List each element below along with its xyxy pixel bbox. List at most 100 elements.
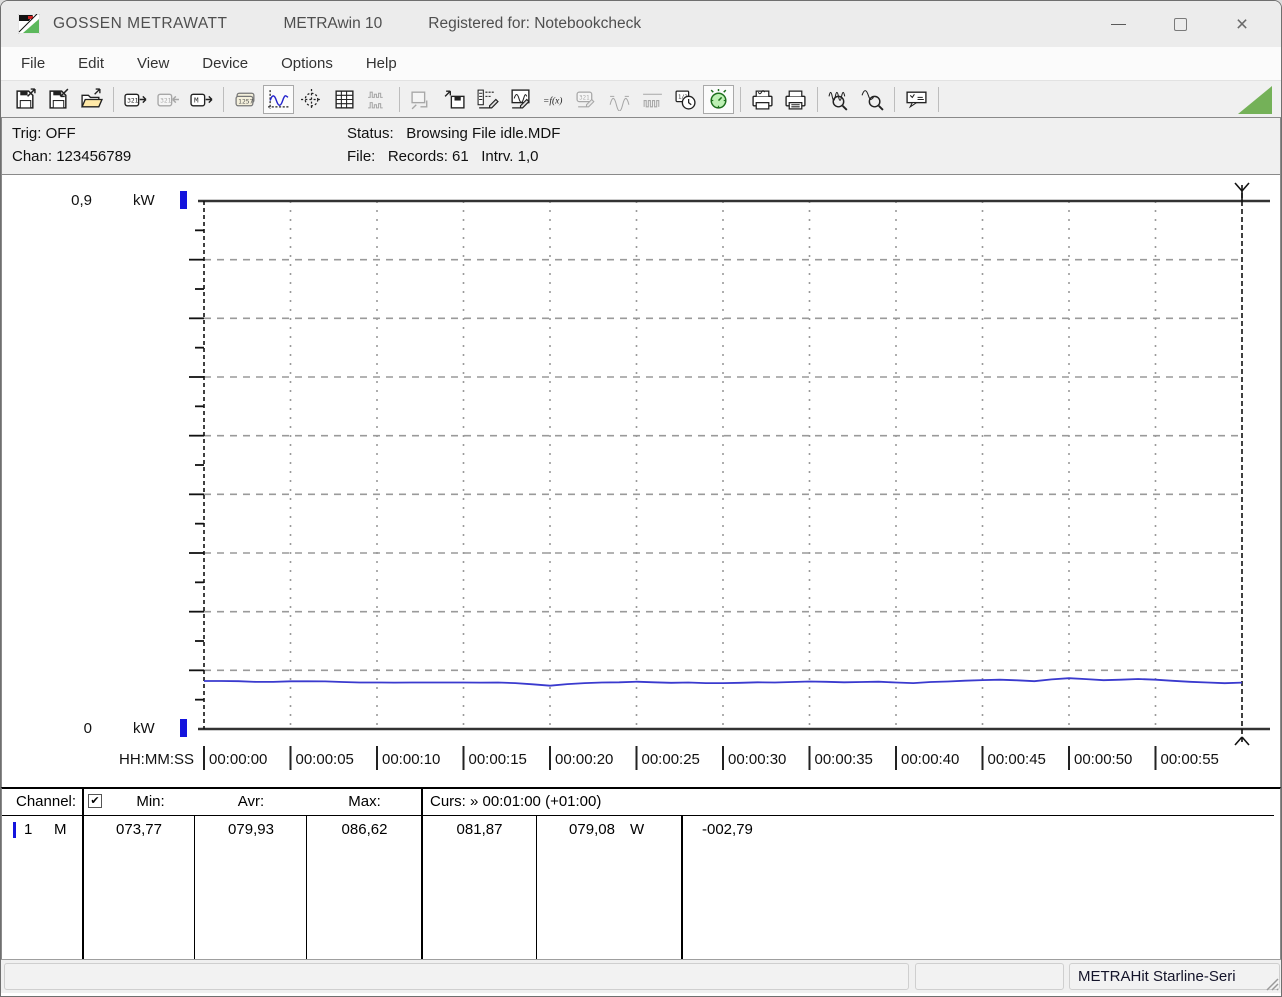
- header-cursor: Curs: » 00:01:00 (+01:00): [430, 793, 601, 810]
- title-registered: Registered for: Notebookcheck: [428, 15, 641, 33]
- power-chart[interactable]: [2, 175, 1274, 787]
- svg-text:1257: 1257: [238, 98, 253, 105]
- x-tick-label: 00:00:55: [1161, 751, 1219, 768]
- title-app-name: METRAwin 10: [283, 15, 382, 33]
- save-as-icon[interactable]: [43, 85, 74, 114]
- header-min: Min:: [106, 793, 195, 810]
- status-panel-middle: [915, 963, 1064, 990]
- status-bar: METRAHit Starline-Seri: [1, 959, 1281, 993]
- row-channel-number[interactable]: 1: [24, 821, 32, 838]
- window-controls: ×: [1087, 1, 1273, 47]
- row-channel-mode: M: [54, 821, 67, 838]
- status-panel-device: METRAHit Starline-Seri: [1069, 963, 1280, 990]
- device-name: METRAHit Starline-Seri: [1070, 964, 1279, 985]
- x-tick-label: 00:00:40: [901, 751, 959, 768]
- print-preview-icon[interactable]: [747, 85, 778, 114]
- toolbar-separator: [113, 87, 114, 112]
- analog-output-icon[interactable]: [604, 85, 635, 114]
- menu-view[interactable]: View: [125, 50, 181, 77]
- timer-active-icon[interactable]: [703, 85, 734, 114]
- x-tick-label: 00:00:30: [728, 751, 786, 768]
- print-icon[interactable]: [780, 85, 811, 114]
- minimize-button[interactable]: [1087, 1, 1149, 47]
- svg-text:321: 321: [579, 95, 590, 101]
- toolbar-separator: [894, 87, 895, 112]
- channel-list: Chan: 123456789: [12, 148, 131, 165]
- resize-grip[interactable]: [1263, 975, 1279, 991]
- svg-text:=f(x): =f(x): [543, 95, 562, 106]
- toolbar-separator: [399, 87, 400, 112]
- numeric-display-icon[interactable]: 1257: [230, 85, 261, 114]
- info-strip: Trig: OFF Chan: 123456789 Status: Browsi…: [1, 117, 1281, 175]
- x-tick-label: 00:00:25: [642, 751, 700, 768]
- x-tick-label: 00:00:20: [555, 751, 613, 768]
- table-view-icon[interactable]: [329, 85, 360, 114]
- read-device-icon[interactable]: 321: [120, 85, 151, 114]
- channel-settings-icon[interactable]: [472, 85, 503, 114]
- row-avr-value: 079,93: [195, 821, 307, 838]
- toolbar-separator: [938, 87, 939, 112]
- chart-view-icon[interactable]: [263, 85, 294, 114]
- read-memory-icon[interactable]: M: [186, 85, 217, 114]
- channel-color-marker: [13, 822, 16, 838]
- monitor-settings-icon[interactable]: [505, 85, 536, 114]
- minimize-icon: [1111, 24, 1126, 25]
- import-from-device-icon[interactable]: [439, 85, 470, 114]
- time-settings-icon[interactable]: 1/2: [670, 85, 701, 114]
- channel-scale-marker-bottom[interactable]: [180, 719, 187, 737]
- app-window: GOSSEN METRAWATT METRAwin 10 Registered …: [0, 0, 1282, 997]
- row-delta-value: -002,79: [702, 821, 753, 838]
- close-button[interactable]: ×: [1211, 1, 1273, 47]
- chart-panel[interactable]: 0,9 kW 0 kW HH:MM:SS 00:00:0000:00:0500:…: [1, 175, 1281, 787]
- menu-help[interactable]: Help: [354, 50, 409, 77]
- measurement-table: Channel: ✔ Min: Avr: Max: Curs: » 00:01:…: [1, 787, 1281, 959]
- save-file-icon[interactable]: [10, 85, 41, 114]
- app-logo-icon: [18, 14, 40, 34]
- menu-bar: File Edit View Device Options Help: [1, 47, 1281, 80]
- status-panel-left: [4, 963, 909, 990]
- row-cursor-a-value: 081,87: [422, 821, 537, 838]
- toolbar: 321 321 M 1257 =f(x) 321 1/2: [1, 80, 1281, 117]
- x-tick-label: 00:00:15: [469, 751, 527, 768]
- svg-text:M: M: [194, 95, 199, 104]
- close-icon: ×: [1236, 14, 1248, 35]
- annotation-icon[interactable]: [901, 85, 932, 114]
- header-avr: Avr:: [195, 793, 307, 810]
- cursor-crosshair-icon[interactable]: [296, 85, 327, 114]
- title-bar: GOSSEN METRAWATT METRAwin 10 Registered …: [1, 1, 1281, 47]
- trigger-status: Trig: OFF: [12, 125, 76, 142]
- x-tick-label: 00:00:50: [1074, 751, 1132, 768]
- pulse-output-icon[interactable]: [637, 85, 668, 114]
- x-axis-label: HH:MM:SS: [100, 751, 194, 768]
- file-status: Status: Browsing File idle.MDF: [347, 125, 560, 142]
- file-records: File: Records: 61 Intrv. 1,0: [347, 148, 538, 165]
- x-tick-label: 00:00:10: [382, 751, 440, 768]
- x-tick-label: 00:00:45: [988, 751, 1046, 768]
- send-device-icon[interactable]: 321: [153, 85, 184, 114]
- toolbar-separator: [817, 87, 818, 112]
- channel-visible-checkbox[interactable]: ✔: [88, 794, 102, 808]
- menu-options[interactable]: Options: [269, 50, 345, 77]
- display-settings-icon[interactable]: 321: [571, 85, 602, 114]
- x-tick-label: 00:00:00: [209, 751, 267, 768]
- menu-device[interactable]: Device: [190, 50, 260, 77]
- histogram-view-icon[interactable]: [362, 85, 393, 114]
- menu-file[interactable]: File: [9, 50, 57, 77]
- table-header-divider: [2, 815, 1274, 816]
- brand-triangle-icon: [1238, 86, 1272, 114]
- maximize-button[interactable]: [1149, 1, 1211, 47]
- row-unit: W: [630, 821, 644, 838]
- open-file-icon[interactable]: [76, 85, 107, 114]
- y-axis-unit-bottom: kW: [133, 720, 155, 737]
- title-brand: GOSSEN METRAWATT: [53, 15, 227, 33]
- row-max-value: 086,62: [307, 821, 422, 838]
- y-axis-max-label: 0,9: [60, 192, 92, 209]
- zoom-horizontal-icon[interactable]: [824, 85, 855, 114]
- toolbar-separator: [223, 87, 224, 112]
- zoom-vertical-icon[interactable]: [857, 85, 888, 114]
- menu-edit[interactable]: Edit: [66, 50, 116, 77]
- channel-scale-marker-top[interactable]: [180, 191, 187, 209]
- export-data-icon[interactable]: [406, 85, 437, 114]
- svg-text:321: 321: [160, 97, 172, 104]
- formula-icon[interactable]: =f(x): [538, 85, 569, 114]
